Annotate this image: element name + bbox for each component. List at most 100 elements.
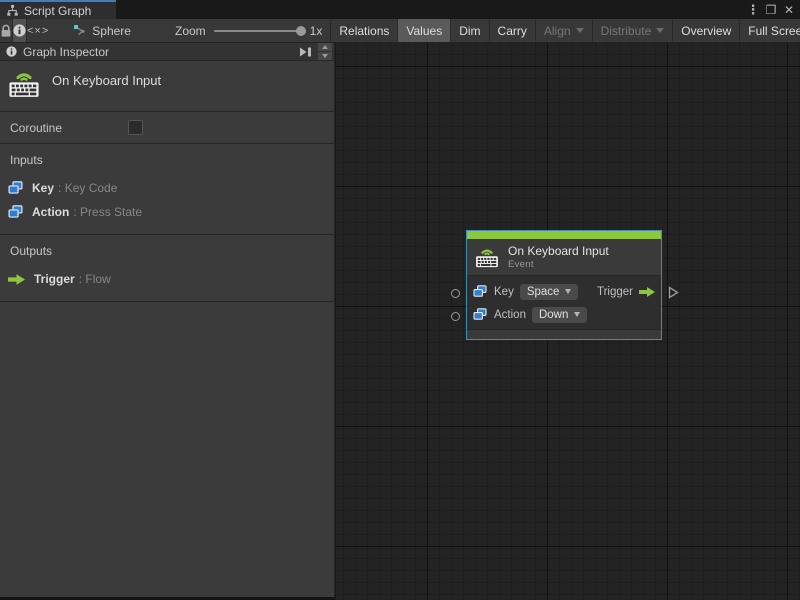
tab-title: Script Graph [24, 3, 92, 18]
chevron-up-icon [322, 45, 328, 49]
inspector-titlebar: Graph Inspector [0, 43, 334, 61]
zoom-slider-handle[interactable] [295, 25, 306, 36]
script-graph-icon [6, 4, 19, 17]
port-label: Key [494, 285, 514, 298]
unit-header: On Keyboard Input [0, 61, 334, 111]
relations-button[interactable]: Relations [330, 19, 398, 42]
output-row-trigger: Trigger : Flow [0, 267, 334, 291]
port-label: Action [494, 308, 526, 321]
button-label: Distribute [600, 23, 652, 38]
distribute-dropdown-button[interactable]: Distribute [591, 19, 673, 42]
graph-pointer-icon [73, 24, 86, 37]
input-row-key: Key : Key Code [0, 176, 334, 200]
chevron-down-icon [575, 28, 584, 33]
close-icon[interactable]: ✕ [780, 0, 798, 19]
inspector-title: Graph Inspector [23, 44, 110, 59]
port-name: Trigger [34, 272, 75, 286]
port-name: Key [32, 181, 55, 195]
action-dropdown[interactable]: Down [531, 306, 588, 323]
node-header[interactable]: On Keyboard Input Event [467, 239, 661, 276]
dock-panel-button[interactable] [296, 45, 314, 59]
button-label: Align [543, 23, 571, 38]
graph-canvas[interactable]: On Keyboard Input Event Key Space Trigge… [336, 43, 800, 600]
zoom-slider[interactable] [213, 25, 306, 36]
info-icon [13, 24, 26, 37]
trigger-port-label: Trigger [597, 285, 633, 298]
info-icon [6, 46, 17, 57]
colon: : [78, 272, 83, 286]
toolbar-button-group: Relations Values Dim Carry Align Distrib… [330, 19, 800, 42]
scroll-up-button[interactable] [318, 43, 332, 51]
port-name: Action [32, 205, 70, 219]
lock-button[interactable] [0, 19, 12, 42]
port-type: Press State [80, 205, 143, 219]
graph-toolbar: <×> Sphere Zoom 1x Relations Values Dim … [0, 19, 800, 43]
coroutine-label: Coroutine [10, 120, 63, 135]
zoom-value: 1x [309, 23, 323, 38]
lock-icon [0, 24, 12, 38]
keyboard-icon [475, 247, 499, 268]
colon: : [58, 181, 62, 195]
input-port-action[interactable] [451, 312, 460, 321]
graph-inspector-panel: Graph Inspector On Keyboard Input Corout… [0, 43, 335, 597]
port-type: Key Code [64, 181, 118, 195]
chevron-down-icon [565, 289, 572, 294]
scroll-down-button[interactable] [318, 52, 332, 60]
node-titles: On Keyboard Input Event [508, 244, 609, 270]
colon: : [73, 205, 77, 219]
window-menu-icon[interactable]: ⋮ [744, 0, 762, 19]
value-port-icon [473, 308, 487, 321]
zoom-label: Zoom [174, 23, 206, 38]
button-label: Full Screen [748, 23, 800, 38]
value-port-icon [473, 285, 487, 298]
output-port-trigger[interactable] [668, 286, 679, 299]
coroutine-row: Coroutine [0, 112, 334, 143]
inputs-header: Inputs [10, 153, 43, 167]
dropdown-value: Down [538, 308, 569, 321]
key-dropdown[interactable]: Space [519, 283, 579, 300]
node-row-key: Key Space Trigger [473, 280, 655, 303]
graph-target-label: Sphere [92, 23, 131, 38]
flow-arrow-icon [639, 287, 655, 297]
value-port-icon [8, 181, 23, 195]
chevron-down-icon [322, 54, 328, 58]
code-preview-button[interactable]: <×> [27, 19, 49, 42]
panel-scroll-spinner [318, 43, 332, 60]
input-row-action: Action : Press State [0, 200, 334, 224]
overview-button[interactable]: Overview [672, 19, 740, 42]
chevron-down-icon [656, 28, 665, 33]
maximize-icon[interactable]: ❐ [762, 0, 780, 19]
button-label: Dim [459, 23, 481, 38]
node-footer [467, 329, 661, 339]
outputs-header: Outputs [10, 244, 53, 258]
inspector-toggle-button[interactable] [12, 19, 27, 42]
input-port-key[interactable] [451, 289, 460, 298]
button-label: Relations [339, 23, 390, 38]
outputs-section: Outputs Trigger : Flow [0, 235, 334, 301]
dim-button[interactable]: Dim [450, 19, 489, 42]
divider [0, 301, 334, 302]
button-label: Carry [497, 23, 527, 38]
node-subtitle: Event [508, 259, 534, 270]
port-type: Flow [85, 272, 111, 286]
zoom-control: Zoom 1x [145, 19, 330, 42]
flow-arrow-icon [8, 274, 25, 285]
fullscreen-button[interactable]: Full Screen [739, 19, 800, 42]
code-icon: <×> [27, 24, 50, 37]
window-tab-bar: Script Graph ⋮ ❐ ✕ [0, 0, 800, 19]
graph-target[interactable]: Sphere [49, 19, 145, 42]
values-button[interactable]: Values [397, 19, 451, 42]
button-label: Values [406, 23, 443, 38]
align-dropdown-button[interactable]: Align [534, 19, 592, 42]
keyboard-icon [8, 70, 40, 98]
tab-script-graph[interactable]: Script Graph [0, 0, 116, 19]
coroutine-checkbox[interactable] [128, 120, 143, 135]
dock-icon [299, 47, 312, 57]
dropdown-value: Space [526, 285, 560, 298]
window-controls: ⋮ ❐ ✕ [744, 0, 798, 19]
inputs-section: Inputs Key : Key Code Action : Press Sta… [0, 144, 334, 234]
carry-button[interactable]: Carry [488, 19, 535, 42]
node-on-keyboard-input[interactable]: On Keyboard Input Event Key Space Trigge… [451, 230, 679, 340]
node-body: Key Space Trigger Action Down [467, 276, 661, 329]
node-title: On Keyboard Input [508, 244, 609, 258]
